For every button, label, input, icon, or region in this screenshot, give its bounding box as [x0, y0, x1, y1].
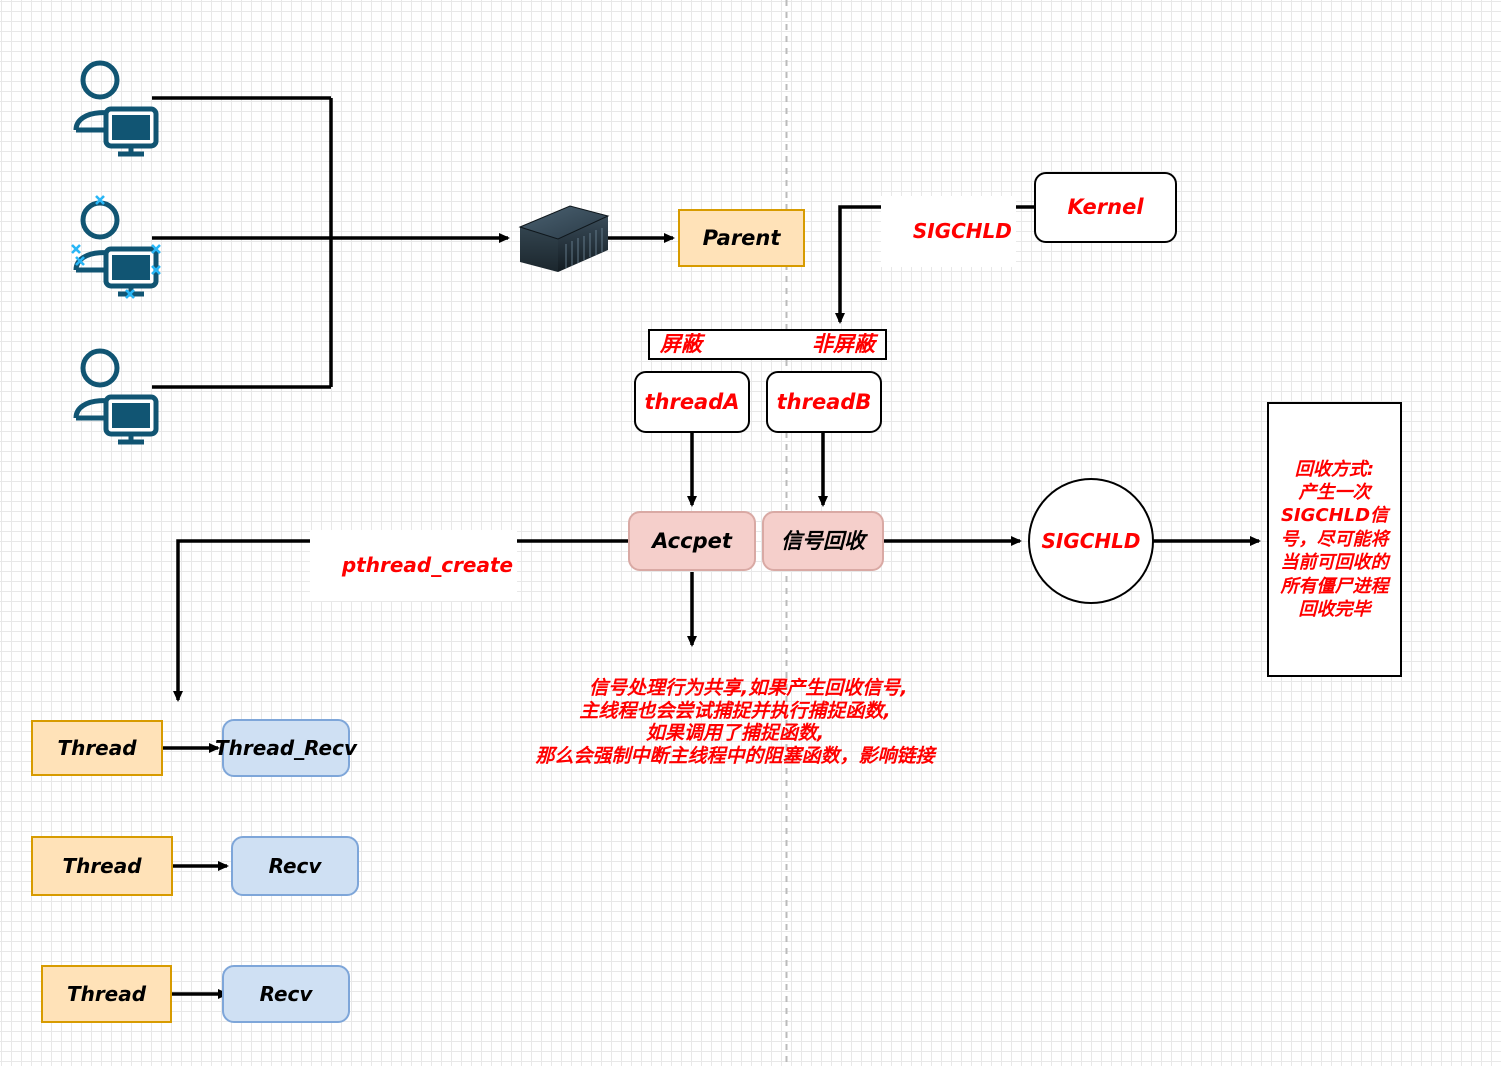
node-thread-2[interactable]: Thread [31, 836, 173, 896]
node-recv-2-label: Recv [268, 853, 322, 878]
node-recv-3[interactable]: Recv [222, 965, 350, 1023]
edge-label-pthread-create: pthread_create [310, 530, 518, 601]
annotation-shared-handler: 信号处理行为共享,如果产生回收信号, 主线程也会尝试捕捉并执行捕捉函数, 如果调… [535, 677, 935, 767]
diagram-canvas: Parent Kernel SIGCHLD 屏蔽 非屏蔽 threadA thr… [0, 0, 1501, 1066]
node-thread-a-label: threadA [644, 389, 740, 414]
node-mask-bar[interactable]: 屏蔽 非屏蔽 [648, 329, 887, 360]
user-computer-icon-2 [73, 200, 159, 297]
node-accept-label: Accpet [652, 528, 732, 553]
mask-bar-right-label: 非屏蔽 [812, 332, 875, 357]
mask-bar-left-label: 屏蔽 [660, 332, 702, 357]
node-recycle-note-label: 回收方式: 产生一次 SIGCHLD信 号，尽可能将 当前可回收的 所有僵尸进程… [1280, 458, 1389, 620]
node-recycle-note[interactable]: 回收方式: 产生一次 SIGCHLD信 号，尽可能将 当前可回收的 所有僵尸进程… [1267, 402, 1402, 677]
node-parent[interactable]: Parent [678, 209, 805, 267]
node-recv-1-label: Thread_Recv [215, 735, 357, 760]
edge-label-sigchld: SIGCHLD [881, 196, 1016, 267]
node-thread-a[interactable]: threadA [634, 371, 750, 433]
server-rack-icon [518, 205, 610, 272]
node-thread-3[interactable]: Thread [41, 965, 172, 1023]
node-thread-2-label: Thread [62, 853, 142, 878]
node-kernel[interactable]: Kernel [1034, 172, 1177, 243]
node-thread-b[interactable]: threadB [766, 371, 882, 433]
node-accept[interactable]: Accpet [628, 511, 756, 571]
node-parent-label: Parent [702, 225, 781, 250]
node-kernel-label: Kernel [1067, 195, 1144, 220]
user-computer-icon-3 [73, 348, 159, 445]
node-recv-2[interactable]: Recv [231, 836, 359, 896]
node-recv-3-label: Recv [259, 981, 313, 1006]
node-thread-b-label: threadB [776, 389, 872, 414]
node-sigchld-circle-label: SIGCHLD [1041, 528, 1141, 553]
node-signal-recycle[interactable]: 信号回收 [762, 511, 884, 571]
user-computer-icon-1 [73, 60, 159, 157]
node-sigchld-circle[interactable]: SIGCHLD [1028, 478, 1154, 604]
node-signal-recycle-label: 信号回收 [781, 528, 865, 553]
node-thread-1[interactable]: Thread [31, 720, 163, 776]
node-thread-3-label: Thread [66, 981, 147, 1006]
node-recv-1[interactable]: Thread_Recv [215, 719, 357, 777]
node-thread-1-label: Thread [57, 735, 137, 760]
selection-handles-user-2 [71, 195, 161, 299]
